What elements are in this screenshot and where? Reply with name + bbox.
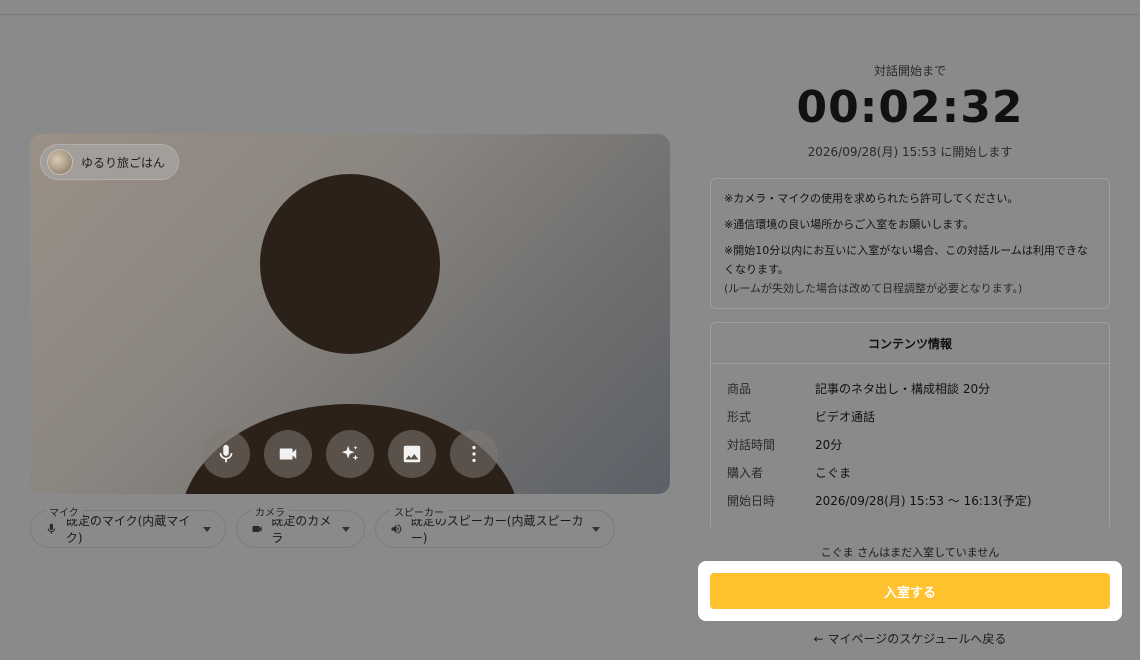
content-info-title: コンテンツ情報 [711, 323, 1109, 364]
mic-select[interactable]: マイク 既定のマイク(内蔵マイク) [30, 504, 226, 548]
start-time-note: 2026/09/28(月) 15:53 に開始します [807, 145, 1013, 159]
camera-icon [279, 448, 297, 460]
row-value: 2026/09/28(月) 15:53 〜 16:13(予定) [815, 493, 1032, 508]
row-key: 開始日時 [727, 493, 776, 508]
top-bar [0, 0, 1140, 15]
countdown-label: 対話開始まで [873, 64, 946, 78]
microphone-icon [219, 444, 233, 463]
enter-room-button[interactable]: 入室する [710, 573, 1110, 609]
camera-toggle-button[interactable] [264, 430, 312, 478]
camera-icon [252, 525, 262, 533]
speaker-icon [391, 524, 402, 534]
row-key: 形式 [727, 409, 752, 424]
mic-toggle-button[interactable] [202, 430, 250, 478]
notice-line: ※開始10分以内にお互いに入室がない場合、この対話ルームは利用できなくなります。 [724, 244, 1088, 276]
avatar-silhouette-head [260, 174, 440, 354]
row-key: 対話時間 [727, 437, 776, 452]
row-value: 20分 [815, 437, 843, 452]
participant-name-chip: ゆるり旅ごはん [40, 144, 180, 180]
notice-line: ※カメラ・マイクの使用を求められたら許可してください。 [724, 192, 1019, 205]
waiting-status: こぐま さんはまだ入室していません [820, 546, 1000, 559]
table-row: 商品 記事のネタ出し・構成相談 20分 [727, 374, 1093, 402]
microphone-icon [47, 523, 56, 534]
background-image-button[interactable] [388, 430, 436, 478]
participant-name: ゆるり旅ごはん [81, 155, 166, 170]
video-controls [202, 430, 498, 478]
row-value: こぐま [815, 465, 852, 480]
table-row: 形式 ビデオ通話 [727, 402, 1093, 430]
speaker-select[interactable]: スピーカー 既定のスピーカー(内蔵スピーカー) [375, 504, 615, 548]
content-info-table: 商品 記事のネタ出し・構成相談 20分 形式 ビデオ通話 対話時間 20分 購入… [711, 364, 1109, 514]
mic-select-value: 既定のマイク(内蔵マイク) [65, 514, 191, 545]
notice-box: ※カメラ・マイクの使用を求められたら許可してください。 ※通信環境の良い場所から… [710, 178, 1110, 309]
sparkle-effects-icon [341, 445, 359, 461]
table-row: 対話時間 20分 [727, 430, 1093, 458]
countdown-timer: 00:02:32 [796, 82, 1024, 133]
content-info-box: コンテンツ情報 商品 記事のネタ出し・構成相談 20分 形式 ビデオ通話 対話時… [710, 322, 1110, 527]
image-background-icon [403, 445, 421, 463]
video-preview: ゆるり旅ごはん [30, 134, 670, 494]
more-options-button[interactable] [450, 430, 498, 478]
row-key: 商品 [727, 381, 752, 396]
camera-select-label: カメラ [251, 504, 289, 519]
row-value: 記事のネタ出し・構成相談 20分 [815, 381, 991, 396]
mic-select-label: マイク [45, 504, 83, 519]
table-row: 購入者 こぐま [727, 458, 1093, 486]
speaker-select-label: スピーカー [390, 504, 448, 519]
chevron-down-icon [592, 526, 600, 532]
effects-button[interactable] [326, 430, 374, 478]
avatar [47, 149, 73, 175]
table-row: 開始日時 2026/09/28(月) 15:53 〜 16:13(予定) [727, 486, 1093, 514]
row-value: ビデオ通話 [815, 409, 876, 424]
back-to-schedule-link[interactable]: ← マイページのスケジュールへ戻る [710, 630, 1110, 647]
row-key: 購入者 [727, 465, 764, 480]
notice-line: (ルームが失効した場合は改めて日程調整が必要となります。) [724, 282, 1023, 295]
chevron-down-icon [203, 526, 211, 532]
notice-line: ※通信環境の良い場所からご入室をお願いします。 [724, 218, 975, 231]
enter-button-highlight: 入室する [698, 561, 1122, 621]
camera-select[interactable]: カメラ 既定のカメラ [236, 504, 365, 548]
more-vertical-icon [472, 445, 476, 463]
chevron-down-icon [342, 526, 350, 532]
